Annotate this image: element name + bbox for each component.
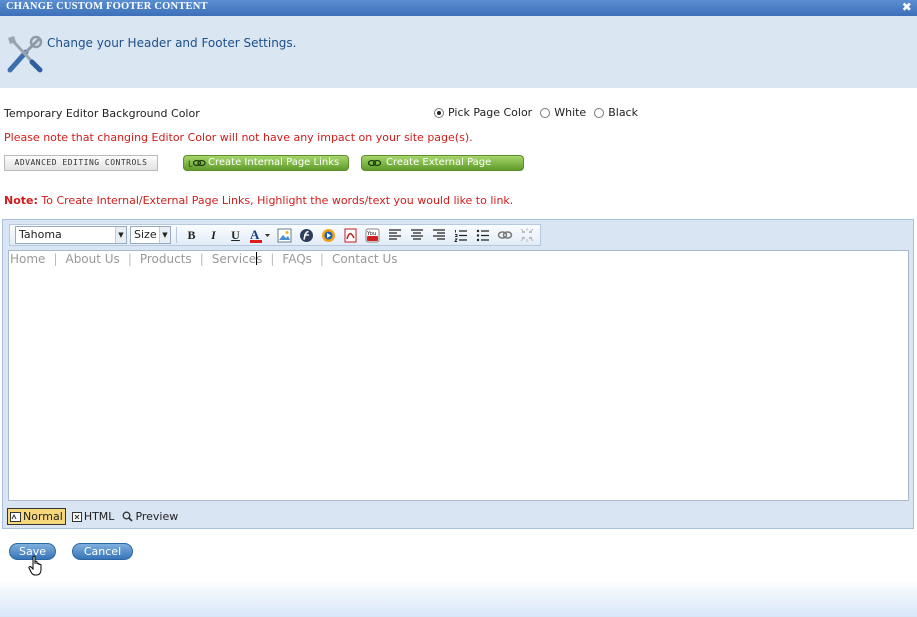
close-icon[interactable]: ✖	[902, 0, 912, 14]
footer-link-services: Services	[211, 252, 263, 266]
radio-black[interactable]: Black	[594, 106, 638, 119]
flash-icon[interactable]	[297, 226, 316, 244]
bold-icon[interactable]: B	[182, 226, 201, 244]
bg-color-radio-group: Pick Page Color White Black	[434, 106, 638, 119]
unordered-list-icon[interactable]	[473, 226, 492, 244]
text-caret	[256, 252, 258, 265]
footer-link-faqs: FAQs	[282, 252, 312, 266]
radio-label: White	[554, 106, 587, 119]
font-size-select[interactable]: Size ▼	[130, 226, 171, 244]
youtube-icon[interactable]: You	[363, 226, 382, 244]
footer-link-contact: Contact Us	[331, 252, 398, 266]
editor-color-warning: Please note that changing Editor Color w…	[4, 131, 473, 144]
footer-links-content[interactable]: Home | About Us | Products | Services | FAQs | Con…	[10, 252, 397, 266]
radio-button[interactable]	[540, 107, 551, 118]
button-label: Create Internal Page Links	[208, 157, 340, 168]
note-text: To Create Internal/External Page Links, …	[37, 194, 514, 207]
italic-icon[interactable]: I	[204, 226, 223, 244]
create-internal-links-button[interactable]: L Create Internal Page Links	[183, 155, 349, 171]
pdf-icon[interactable]	[341, 226, 360, 244]
image-icon[interactable]	[275, 226, 294, 244]
link-separator: |	[53, 252, 58, 266]
tools-icon	[7, 35, 43, 73]
mode-preview-tab[interactable]: Preview	[120, 509, 180, 524]
window-title: CHANGE CUSTOM FOOTER CONTENT	[6, 1, 208, 12]
mode-normal-tab[interactable]: Normal	[7, 508, 66, 525]
window-title-bar: CHANGE CUSTOM FOOTER CONTENT ✖	[0, 0, 917, 16]
link-icon: L	[188, 160, 206, 168]
link-separator: |	[199, 252, 204, 266]
bottom-gradient-band	[0, 580, 917, 617]
unlink-icon[interactable]	[517, 226, 536, 244]
link-icon[interactable]	[495, 226, 514, 244]
chevron-down-icon: ▼	[159, 227, 170, 243]
chevron-down-icon: ▼	[115, 227, 126, 243]
radio-label: Pick Page Color	[448, 106, 533, 119]
radio-button[interactable]	[434, 107, 444, 118]
media-icon[interactable]	[319, 226, 338, 244]
svg-text:L: L	[188, 160, 193, 168]
bg-color-label: Temporary Editor Background Color	[4, 107, 200, 120]
editor-toolbar: Tahoma ▼ Size ▼ B I U A You	[9, 224, 541, 246]
link-icon	[367, 159, 382, 167]
footer-link-products: Products	[139, 252, 192, 266]
link-separator: |	[127, 252, 132, 266]
font-select-value: Tahoma	[19, 228, 62, 241]
underline-icon[interactable]: U	[226, 226, 245, 244]
mode-label: Normal	[23, 510, 63, 523]
toolbar-separator	[176, 227, 177, 243]
link-separator: |	[319, 252, 324, 266]
align-left-icon[interactable]	[385, 226, 404, 244]
editor-content-area[interactable]: Home | About Us | Products | Services | FAQs | Con…	[8, 250, 909, 501]
advanced-editing-controls-button[interactable]: ADVANCED EDITING CONTROLS	[4, 155, 158, 171]
radio-button[interactable]	[594, 107, 605, 118]
font-family-select[interactable]: Tahoma ▼	[15, 226, 127, 244]
ordered-list-icon[interactable]	[451, 226, 470, 244]
button-label: Create External Page Links	[386, 157, 492, 182]
design-mode-icon	[10, 511, 21, 522]
header-band: Change your Header and Footer Settings.	[0, 16, 917, 88]
rich-text-editor: Tahoma ▼ Size ▼ B I U A You Home | About…	[2, 219, 914, 529]
mode-label: Preview	[135, 510, 179, 523]
cancel-button[interactable]: Cancel	[72, 543, 133, 560]
footer-link-about: About Us	[65, 252, 120, 266]
size-select-value: Size	[134, 228, 157, 241]
header-text: Change your Header and Footer Settings.	[47, 36, 297, 50]
align-center-icon[interactable]	[407, 226, 426, 244]
mode-label: HTML	[83, 510, 115, 523]
magnifier-icon	[122, 511, 134, 522]
note-prefix: Note:	[4, 194, 38, 207]
font-color-glyph: A	[250, 227, 260, 242]
radio-label: Black	[608, 106, 638, 119]
radio-white[interactable]: White	[540, 106, 586, 119]
link-separator: |	[270, 252, 275, 266]
font-color-icon[interactable]: A	[248, 226, 272, 244]
mode-html-tab[interactable]: HTML	[70, 509, 117, 524]
align-right-icon[interactable]	[429, 226, 448, 244]
link-note: Note: To Create Internal/External Page L…	[4, 194, 513, 207]
create-external-links-button[interactable]: Create External Page Links	[361, 155, 524, 182]
footer-link-home: Home	[10, 252, 46, 266]
hand-cursor-icon	[28, 555, 42, 576]
editor-mode-bar: Normal HTML Preview	[7, 508, 180, 525]
radio-pick-page-color[interactable]: Pick Page Color	[434, 106, 532, 119]
html-mode-icon	[71, 511, 82, 522]
